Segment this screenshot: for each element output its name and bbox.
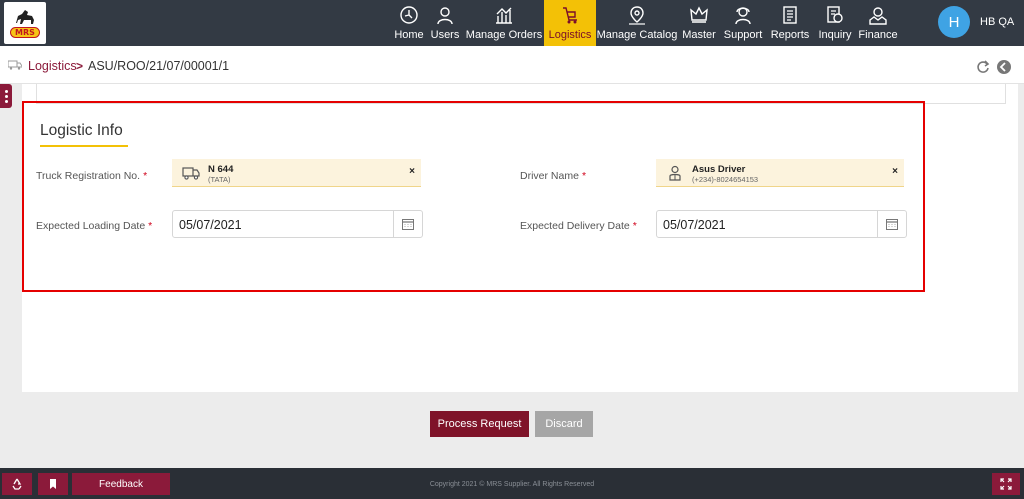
required-mark: * xyxy=(143,170,148,182)
nav-home[interactable]: Home xyxy=(392,0,426,46)
back-icon[interactable] xyxy=(996,59,1012,75)
breadcrumb-current: ASU/ROO/21/07/00001/1 xyxy=(88,59,230,73)
breadcrumb-separator: > xyxy=(76,59,84,73)
breadcrumb: Logistics > ASU/ROO/21/07/00001/1 xyxy=(0,46,1024,84)
required-mark: * xyxy=(148,220,153,232)
loading-date-input[interactable]: 05/07/2021 xyxy=(172,210,423,238)
nav-support-label: Support xyxy=(723,29,763,41)
clear-driver-button[interactable]: × xyxy=(892,166,898,177)
nav-inquiry-label: Inquiry xyxy=(818,29,852,41)
nav-inquiry[interactable]: Inquiry xyxy=(814,0,856,46)
logistics-icon xyxy=(563,7,577,24)
nav-master[interactable]: Master xyxy=(678,0,720,46)
nav-finance[interactable]: Finance xyxy=(856,0,900,46)
main-nav: Home Users Manage Orders Logistics Manag… xyxy=(392,0,900,46)
nav-master-label: Master xyxy=(682,29,716,41)
driver-icon xyxy=(669,165,681,181)
side-menu-toggle[interactable] xyxy=(0,84,12,108)
nav-manage-catalog-label: Manage Catalog xyxy=(596,29,678,41)
highlight-box xyxy=(22,101,925,292)
copyright-text: Copyright 2021 © MRS Supplier. All Right… xyxy=(429,481,595,488)
nav-manage-orders-label: Manage Orders xyxy=(465,29,543,41)
nav-logistics-label: Logistics xyxy=(548,29,592,41)
horse-logo-icon xyxy=(16,10,34,24)
nav-users-label: Users xyxy=(430,29,460,41)
discard-button[interactable]: Discard xyxy=(535,411,593,437)
nav-manage-catalog[interactable]: Manage Catalog xyxy=(596,0,678,46)
nav-manage-orders[interactable]: Manage Orders xyxy=(464,0,544,46)
truck-icon xyxy=(8,60,22,70)
reports-icon xyxy=(783,6,797,24)
loading-date-label: Expected Loading Date * xyxy=(36,220,153,232)
section-underline xyxy=(40,145,128,147)
map-pin-icon xyxy=(629,6,645,25)
truck-registration-select[interactable]: N 644 (TATA) × xyxy=(172,159,421,187)
chart-icon xyxy=(496,7,512,24)
refresh-icon[interactable] xyxy=(976,60,990,74)
inquiry-icon xyxy=(827,6,843,23)
driver-name-label: Driver Name * xyxy=(520,170,587,182)
logo-text: MRS xyxy=(10,27,40,38)
required-mark: * xyxy=(581,170,587,182)
nav-support[interactable]: Support xyxy=(720,0,766,46)
process-request-button[interactable]: Process Request xyxy=(430,411,529,437)
user-menu[interactable]: H HB QA xyxy=(938,6,1014,38)
calendar-icon xyxy=(886,219,898,230)
support-icon xyxy=(735,7,751,25)
crown-icon xyxy=(690,6,708,23)
users-icon xyxy=(437,7,453,25)
user-name: HB QA xyxy=(980,16,1015,28)
nav-reports-label: Reports xyxy=(770,29,810,41)
delivery-date-picker-button[interactable] xyxy=(877,211,906,237)
loading-date-picker-button[interactable] xyxy=(393,211,422,237)
nav-logistics[interactable]: Logistics xyxy=(544,0,596,46)
nav-finance-label: Finance xyxy=(858,29,898,41)
driver-phone: (+234)-8024654153 xyxy=(692,175,759,184)
nav-home-label: Home xyxy=(394,29,424,41)
clear-truck-button[interactable]: × xyxy=(409,166,415,177)
home-icon xyxy=(400,6,418,24)
nav-reports[interactable]: Reports xyxy=(766,0,814,46)
avatar: H xyxy=(938,6,970,38)
loading-date-value: 05/07/2021 xyxy=(179,218,242,232)
finance-icon xyxy=(869,7,887,25)
delivery-date-label: Expected Delivery Date * xyxy=(520,220,637,232)
nav-users[interactable]: Users xyxy=(426,0,464,46)
mrs-logo[interactable]: MRS xyxy=(4,2,46,44)
truck-registration-label: Truck Registration No. * xyxy=(36,170,148,182)
required-mark: * xyxy=(632,220,637,232)
breadcrumb-logistics-link[interactable]: Logistics xyxy=(28,59,77,73)
truck-make: (TATA) xyxy=(208,175,231,184)
truck-icon xyxy=(182,167,200,180)
delivery-date-input[interactable]: 05/07/2021 xyxy=(656,210,907,238)
expand-icon xyxy=(1000,478,1012,490)
fullscreen-button[interactable] xyxy=(992,473,1020,495)
driver-name-select[interactable]: Asus Driver (+234)-8024654153 × xyxy=(656,159,904,187)
driver-name: Asus Driver xyxy=(692,164,746,175)
delivery-date-value: 05/07/2021 xyxy=(663,218,726,232)
calendar-icon xyxy=(402,219,414,230)
truck-number: N 644 xyxy=(208,164,234,175)
top-navbar: MRS Home Users Manage Orders Logistics M… xyxy=(0,0,1024,46)
section-title: Logistic Info xyxy=(40,122,123,139)
